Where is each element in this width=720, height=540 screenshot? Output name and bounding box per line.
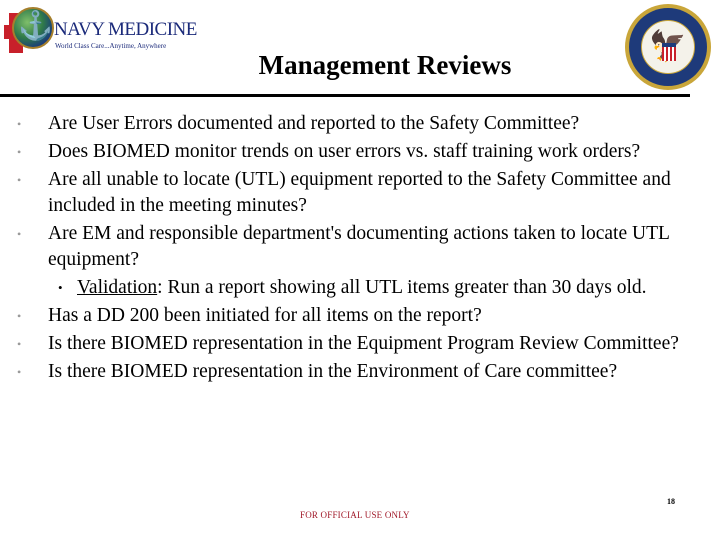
page-number: 18 — [667, 497, 675, 506]
bullet-icon: • — [17, 227, 22, 241]
title-divider — [0, 94, 690, 97]
bullet-icon: • — [17, 117, 22, 131]
bullet-text: Is there BIOMED representation in the Eq… — [48, 333, 679, 354]
slide-title: Management Reviews — [258, 50, 512, 80]
navy-medicine-logo: ⚓ NAVY MEDICINE World Class Care...Anyti… — [4, 5, 197, 55]
bullet-icon: • — [17, 309, 22, 323]
sub-bullet-item: • Validation: Run a report showing all UT… — [0, 275, 720, 301]
bullet-icon: • — [17, 173, 22, 187]
bullet-item: • Are EM and responsible department's doc… — [0, 221, 718, 273]
bullet-icon: • — [17, 337, 22, 351]
classification-footer: FOR OFFICIAL USE ONLY — [300, 510, 410, 520]
sub-bullet-icon: • — [58, 280, 63, 295]
bullet-text: Are User Errors documented and reported … — [48, 113, 580, 134]
bullet-list: • Are User Errors documented and reported… — [0, 111, 720, 387]
bullet-text: Does BIOMED monitor trends on user error… — [48, 141, 641, 162]
bullet-text: Are all unable to locate (UTL) equipment… — [48, 169, 671, 216]
sub-bullet-label: Validation — [77, 277, 158, 298]
sub-bullet-text: : Run a report showing all UTL items gre… — [157, 277, 647, 298]
bullet-item: • Is there BIOMED representation in the E… — [0, 331, 718, 357]
bullet-icon: • — [17, 145, 22, 159]
bullet-icon: • — [17, 365, 22, 379]
anchor-icon: ⚓ — [18, 11, 53, 42]
logo-tagline: World Class Care...Anytime, Anywhere — [55, 42, 167, 50]
logo-brand-text: NAVY MEDICINE — [54, 19, 197, 40]
bullet-item: • Is there BIOMED representation in the E… — [0, 359, 718, 385]
bullet-item: • Are all unable to locate (UTL) equipmen… — [0, 167, 718, 219]
bullet-item: • Does BIOMED monitor trends on user erro… — [0, 139, 718, 165]
bullet-text: Is there BIOMED representation in the En… — [48, 361, 618, 382]
bullet-item: • Has a DD 200 been initiated for all ite… — [0, 303, 718, 329]
bullet-text: Are EM and responsible department's docu… — [48, 223, 670, 270]
bullet-text: Has a DD 200 been initiated for all item… — [48, 305, 482, 326]
bullet-item: • Are User Errors documented and reported… — [0, 111, 718, 137]
